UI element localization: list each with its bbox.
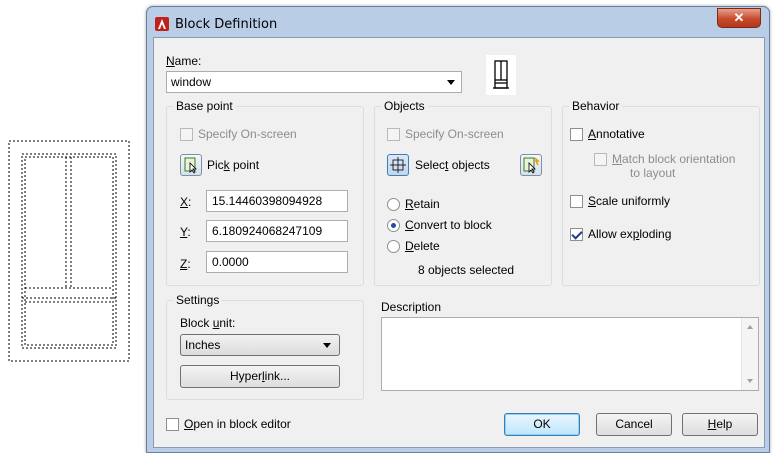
block-unit-label: Block unit:	[180, 316, 236, 330]
y-input[interactable]: 6.180924068247109	[206, 220, 348, 242]
z-input[interactable]: 0.0000	[206, 251, 348, 273]
x-input[interactable]: 15.14460398094928	[206, 190, 348, 212]
convert-to-block-radio[interactable]	[387, 219, 400, 232]
settings-title: Settings	[173, 293, 223, 307]
select-objects-label: Select objects	[415, 158, 490, 172]
delete-label: Delete	[405, 239, 440, 253]
annotative-checkbox[interactable]	[570, 128, 583, 141]
scale-uniformly-checkbox[interactable]	[570, 195, 583, 208]
description-title: Description	[381, 300, 442, 314]
name-combo-box[interactable]: window	[166, 71, 462, 93]
y-label: Y:	[180, 225, 191, 239]
scale-uniformly-label: Scale uniformly	[588, 194, 671, 208]
base-specify-onscreen-label: Specify On-screen	[198, 127, 297, 141]
quick-select-icon	[523, 157, 540, 174]
base-point-title: Base point	[173, 99, 236, 113]
chevron-down-icon	[447, 80, 455, 85]
ok-button[interactable]: OK	[504, 413, 580, 436]
z-label: Z:	[180, 257, 191, 271]
block-unit-value: Inches	[185, 338, 221, 352]
annotative-label: Annotative	[588, 127, 645, 141]
name-label: Name:	[166, 54, 202, 68]
dialog-title: Block Definition	[175, 17, 278, 32]
retain-label: Retain	[405, 197, 440, 211]
objects-selected-count: 8 objects selected	[418, 263, 515, 277]
convert-to-block-label: Convert to block	[405, 218, 492, 232]
quick-select-button[interactable]	[520, 154, 542, 176]
close-x-icon: ✕	[733, 10, 745, 25]
select-objects-button[interactable]	[387, 154, 409, 176]
open-in-block-editor-checkbox[interactable]	[166, 418, 179, 431]
cancel-button[interactable]: Cancel	[596, 413, 672, 436]
match-orientation-label: Match block orientation	[612, 152, 736, 166]
scroll-down-icon	[747, 379, 753, 383]
dialog-body: Name: window Base point Specify On-scree…	[153, 37, 765, 448]
allow-exploding-label: Allow exploding	[588, 227, 672, 241]
pick-point-icon	[184, 157, 197, 174]
block-definition-dialog: Block Definition ✕ Name: window Base poi…	[146, 6, 770, 453]
description-scrollbar[interactable]	[741, 318, 758, 390]
open-in-block-editor-label: Open in block editor	[184, 417, 291, 431]
objects-title: Objects	[381, 99, 428, 113]
name-value: window	[171, 75, 212, 89]
allow-exploding-checkbox[interactable]	[570, 228, 583, 241]
block-preview-icon	[486, 55, 516, 95]
hyperlink-button[interactable]: Hyperlink...	[180, 365, 340, 388]
behavior-title: Behavior	[569, 99, 623, 113]
block-unit-dropdown[interactable]: Inches	[180, 334, 340, 356]
description-textarea[interactable]	[381, 317, 759, 391]
x-label: X:	[180, 195, 192, 209]
pick-point-label: Pick point	[207, 158, 260, 172]
close-button[interactable]: ✕	[717, 8, 761, 28]
match-orientation-label-line2: to layout	[630, 166, 676, 180]
objects-specify-onscreen-checkbox[interactable]	[387, 128, 400, 141]
crosshair-icon	[390, 157, 406, 173]
base-specify-onscreen-checkbox[interactable]	[180, 128, 193, 141]
autocad-logo-icon	[155, 17, 169, 31]
scroll-up-icon	[747, 325, 753, 329]
delete-radio[interactable]	[387, 240, 400, 253]
match-orientation-checkbox[interactable]	[594, 153, 607, 166]
help-button[interactable]: Help	[682, 413, 758, 436]
pick-point-button[interactable]	[180, 154, 202, 176]
window-block-drawing	[8, 140, 130, 362]
chevron-down-icon	[323, 343, 331, 348]
title-bar[interactable]: Block Definition ✕	[147, 7, 769, 37]
retain-radio[interactable]	[387, 198, 400, 211]
objects-specify-onscreen-label: Specify On-screen	[405, 127, 504, 141]
